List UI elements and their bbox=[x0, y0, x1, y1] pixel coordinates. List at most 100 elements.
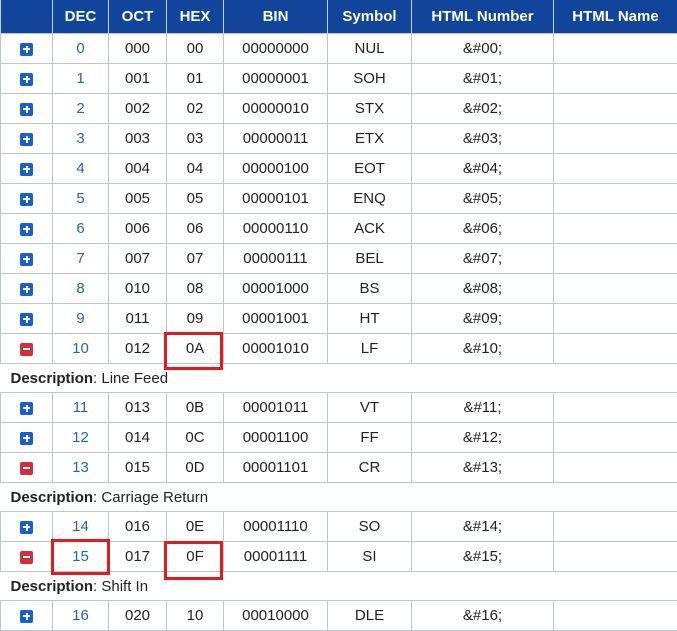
dec-cell[interactable]: 3 bbox=[52, 123, 109, 154]
table-body: 0 000 00 00000000 NUL &#00; 1 001 01 00000001 SOH &… bbox=[0, 33, 677, 631]
plus-square-icon[interactable] bbox=[20, 609, 33, 623]
hex-cell: 0B bbox=[166, 392, 224, 423]
plus-square-icon[interactable] bbox=[20, 312, 33, 326]
plus-square-icon[interactable] bbox=[20, 252, 33, 266]
dec-cell[interactable]: 8 bbox=[52, 273, 109, 304]
plus-square-icon[interactable] bbox=[20, 162, 33, 176]
table-row: 0 000 00 00000000 NUL &#00; bbox=[0, 33, 677, 64]
symbol-cell: BS bbox=[327, 273, 412, 304]
html-name-cell bbox=[553, 333, 677, 364]
symbol-cell: STX bbox=[327, 93, 412, 124]
plus-square-icon[interactable] bbox=[20, 42, 33, 56]
minus-square-icon[interactable] bbox=[20, 461, 33, 475]
header-html-number: HTML Number bbox=[411, 0, 554, 34]
table-row: 5 005 05 00000101 ENQ &#05; bbox=[0, 183, 677, 214]
html-number-cell: &#04; bbox=[411, 153, 554, 184]
minus-square-icon[interactable] bbox=[20, 550, 33, 564]
table-row: 12 014 0C 00001100 FF &#12; bbox=[0, 422, 677, 453]
hex-cell: 06 bbox=[166, 213, 224, 244]
oct-cell: 013 bbox=[108, 392, 167, 423]
bin-cell: 00001100 bbox=[223, 422, 328, 453]
hex-cell: 10 bbox=[166, 600, 224, 631]
symbol-cell: DLE bbox=[327, 600, 412, 631]
html-number-cell: &#15; bbox=[411, 541, 554, 572]
plus-square-icon[interactable] bbox=[20, 520, 33, 534]
table-row: 4 004 04 00000100 EOT &#04; bbox=[0, 153, 677, 184]
plus-square-icon[interactable] bbox=[20, 132, 33, 146]
table-row: 15 017 0F 00001111 SI &#15; bbox=[0, 541, 677, 572]
description-text: Line Feed bbox=[101, 369, 169, 387]
dec-cell[interactable]: 14 bbox=[52, 511, 109, 542]
row-toggle-cell bbox=[0, 422, 53, 453]
description-row: Description: Carriage Return bbox=[0, 482, 677, 512]
dec-cell[interactable]: 4 bbox=[52, 153, 109, 184]
symbol-cell: CR bbox=[327, 452, 412, 483]
bin-cell: 00001000 bbox=[223, 273, 328, 304]
hex-cell: 0A bbox=[166, 333, 224, 364]
plus-square-icon[interactable] bbox=[20, 222, 33, 236]
symbol-cell: NUL bbox=[327, 33, 412, 64]
dec-cell[interactable]: 0 bbox=[52, 33, 109, 64]
oct-cell: 006 bbox=[108, 213, 167, 244]
dec-cell[interactable]: 1 bbox=[52, 63, 109, 94]
table-row: 16 020 10 00010000 DLE &#16; bbox=[0, 600, 677, 631]
description-cell: Description: Carriage Return bbox=[0, 482, 677, 512]
row-toggle-cell bbox=[0, 183, 53, 214]
table-row: 11 013 0B 00001011 VT &#11; bbox=[0, 392, 677, 423]
bin-cell: 00000101 bbox=[223, 183, 328, 214]
plus-square-icon[interactable] bbox=[20, 431, 33, 445]
plus-square-icon[interactable] bbox=[20, 72, 33, 86]
html-number-cell: &#06; bbox=[411, 213, 554, 244]
bin-cell: 00000100 bbox=[223, 153, 328, 184]
hex-cell: 00 bbox=[166, 33, 224, 64]
dec-cell[interactable]: 7 bbox=[52, 243, 109, 274]
description-row: Description: Shift In bbox=[0, 571, 677, 601]
header-toggle bbox=[0, 0, 53, 34]
oct-cell: 011 bbox=[108, 303, 167, 334]
oct-cell: 016 bbox=[108, 511, 167, 542]
description-label: Description bbox=[10, 488, 94, 506]
oct-cell: 003 bbox=[108, 123, 167, 154]
dec-cell[interactable]: 2 bbox=[52, 93, 109, 124]
html-number-cell: &#03; bbox=[411, 123, 554, 154]
hex-cell: 08 bbox=[166, 273, 224, 304]
ascii-table: DEC OCT HEX BIN Symbol HTML Number HTML … bbox=[0, 0, 677, 631]
table-row: 10 012 0A 00001010 LF &#10; bbox=[0, 333, 677, 364]
hex-cell: 04 bbox=[166, 153, 224, 184]
html-name-cell bbox=[553, 273, 677, 304]
bin-cell: 00001110 bbox=[223, 511, 328, 542]
plus-square-icon[interactable] bbox=[20, 102, 33, 116]
table-row: 14 016 0E 00001110 SO &#14; bbox=[0, 511, 677, 542]
dec-cell[interactable]: 6 bbox=[52, 213, 109, 244]
plus-square-icon[interactable] bbox=[20, 192, 33, 206]
dec-cell[interactable]: 15 bbox=[52, 541, 109, 572]
html-name-cell bbox=[553, 392, 677, 423]
minus-square-icon[interactable] bbox=[20, 342, 33, 356]
table-row: 6 006 06 00000110 ACK &#06; bbox=[0, 213, 677, 244]
table-row: 2 002 02 00000010 STX &#02; bbox=[0, 93, 677, 124]
oct-cell: 020 bbox=[108, 600, 167, 631]
dec-cell[interactable]: 16 bbox=[52, 600, 109, 631]
dec-cell[interactable]: 10 bbox=[52, 333, 109, 364]
dec-cell[interactable]: 5 bbox=[52, 183, 109, 214]
bin-cell: 00001011 bbox=[223, 392, 328, 423]
symbol-cell: VT bbox=[327, 392, 412, 423]
bin-cell: 00000011 bbox=[223, 123, 328, 154]
plus-square-icon[interactable] bbox=[20, 401, 33, 415]
dec-cell[interactable]: 11 bbox=[52, 392, 109, 423]
oct-cell: 000 bbox=[108, 33, 167, 64]
row-toggle-cell bbox=[0, 452, 53, 483]
row-toggle-cell bbox=[0, 303, 53, 334]
dec-cell[interactable]: 13 bbox=[52, 452, 109, 483]
dec-cell[interactable]: 12 bbox=[52, 422, 109, 453]
dec-cell[interactable]: 9 bbox=[52, 303, 109, 334]
html-number-cell: &#07; bbox=[411, 243, 554, 274]
plus-square-icon[interactable] bbox=[20, 282, 33, 296]
hex-cell: 0D bbox=[166, 452, 224, 483]
row-toggle-cell bbox=[0, 123, 53, 154]
html-name-cell bbox=[553, 422, 677, 453]
html-name-cell bbox=[553, 243, 677, 274]
symbol-cell: HT bbox=[327, 303, 412, 334]
symbol-cell: SI bbox=[327, 541, 412, 572]
oct-cell: 015 bbox=[108, 452, 167, 483]
